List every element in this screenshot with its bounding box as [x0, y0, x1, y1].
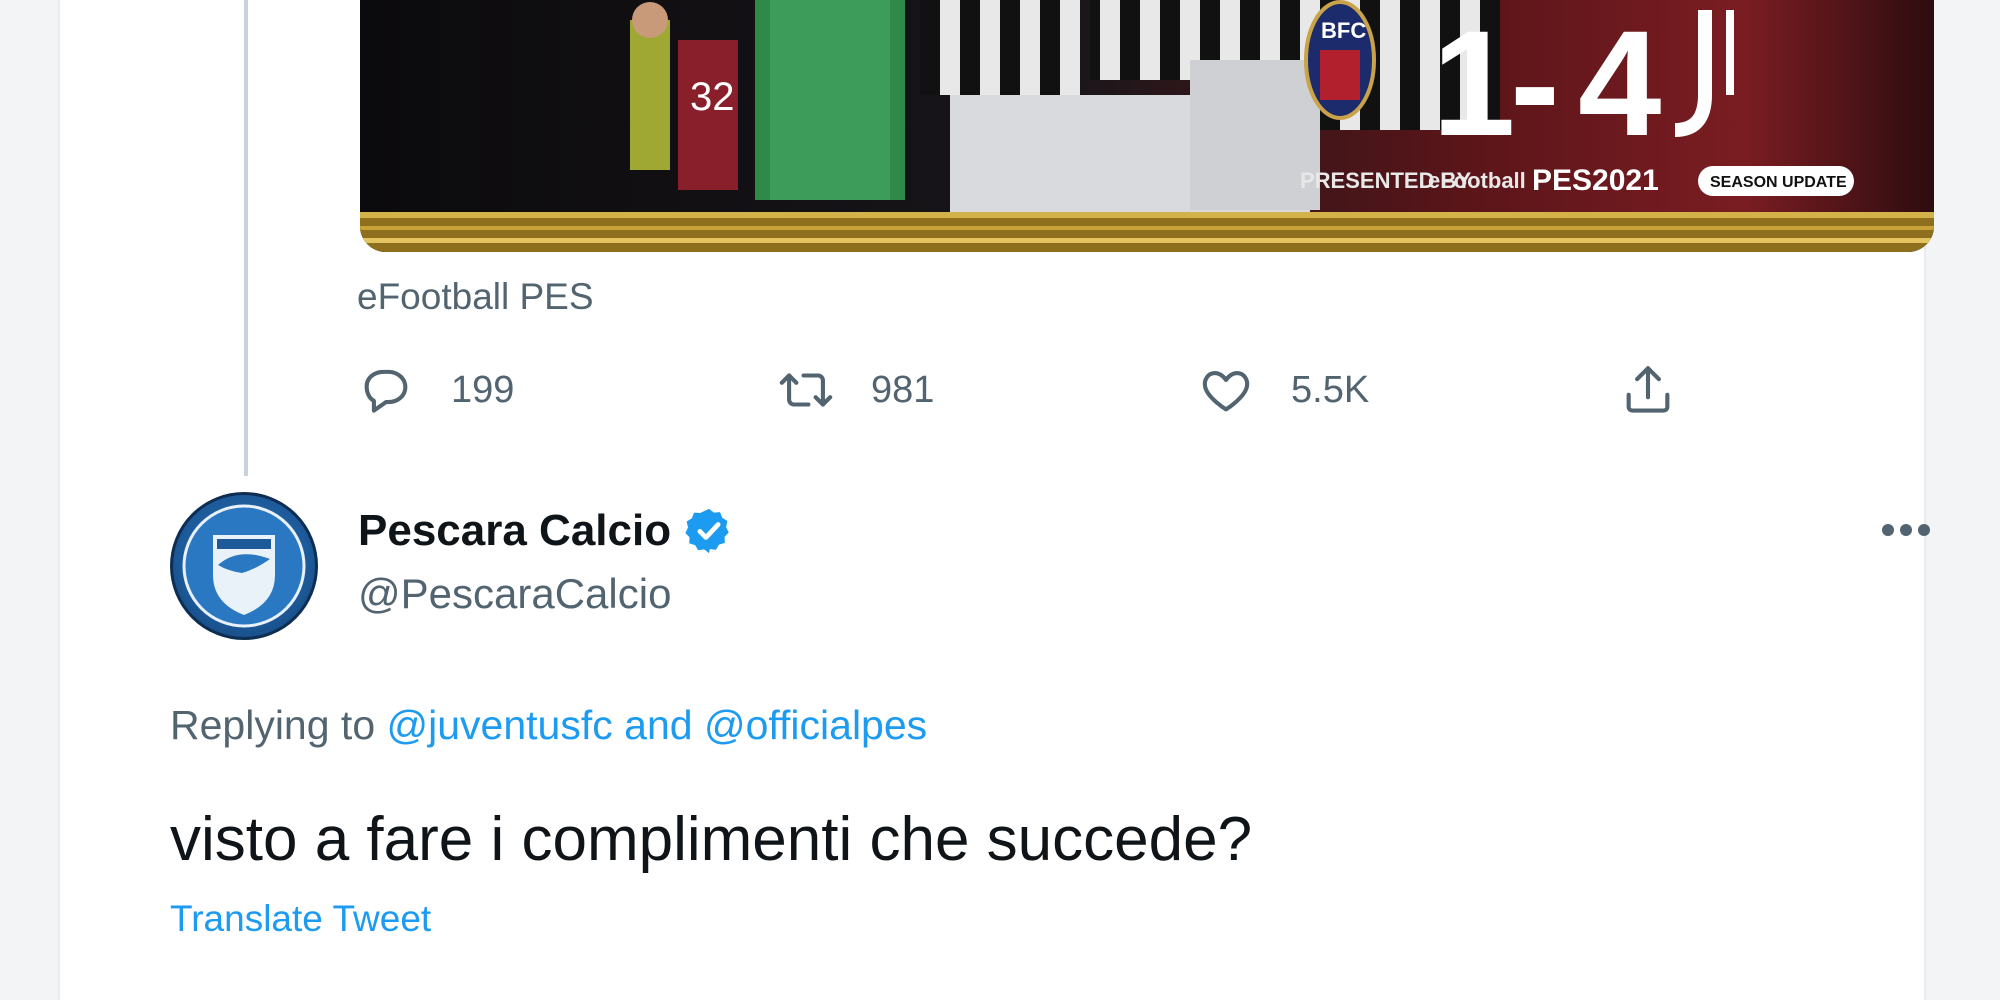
- jersey-number: 32: [690, 75, 735, 119]
- more-horizontal-icon[interactable]: [1878, 510, 1934, 550]
- avatar[interactable]: [170, 492, 318, 640]
- share-icon: [1626, 366, 1670, 413]
- score-away: 4: [1578, 0, 1661, 167]
- mention-juventusfc[interactable]: @juventusfc: [387, 702, 613, 748]
- sponsor-brand: eFootball: [1428, 168, 1526, 193]
- tweet-action-bar: 199 981 5.5K: [357, 355, 1757, 425]
- tweet-text: visto a fare i complimenti che succede?: [170, 805, 1253, 874]
- speech-bubble-icon: [364, 369, 408, 413]
- translate-tweet-link[interactable]: Translate Tweet: [170, 898, 431, 940]
- retweet-count: 981: [871, 368, 935, 411]
- mention-officialpes[interactable]: @officialpes: [704, 702, 927, 748]
- crest-text: BFC: [1321, 18, 1366, 43]
- heart-icon: [1202, 371, 1250, 412]
- timeline-card: 32 BFC 1 - 4 PRESENTED BY eFootball PES2…: [58, 0, 1934, 1000]
- reply-button[interactable]: 199: [357, 355, 514, 425]
- verified-badge-icon: [685, 508, 729, 554]
- score-home: 1: [1432, 0, 1515, 167]
- reply-count: 199: [451, 368, 515, 411]
- like-button[interactable]: 5.5K: [1197, 355, 1369, 425]
- author-name[interactable]: Pescara Calcio: [358, 505, 735, 557]
- share-button[interactable]: [1619, 355, 1677, 425]
- mention-joiner: and: [612, 702, 704, 748]
- replying-to: Replying to @juventusfc and @officialpes: [170, 702, 927, 749]
- thread-line: [244, 0, 248, 476]
- author-name-text: Pescara Calcio: [358, 506, 672, 555]
- like-count: 5.5K: [1291, 368, 1370, 411]
- game-name: PES2021: [1532, 164, 1659, 197]
- media-illustration: 32 BFC 1 - 4 PRESENTED BY eFootball PES2…: [360, 0, 1934, 252]
- season-update-text: SEASON UPDATE: [1710, 174, 1847, 191]
- author-handle[interactable]: @PescaraCalcio: [358, 570, 671, 618]
- media-source-label[interactable]: eFootball PES: [357, 276, 594, 318]
- retweet-icon: [779, 373, 833, 407]
- score-separator: -: [1510, 0, 1560, 167]
- tweet-media-image[interactable]: 32 BFC 1 - 4 PRESENTED BY eFootball PES2…: [360, 0, 1934, 252]
- club-crest-icon: [182, 504, 306, 628]
- replying-prefix: Replying to: [170, 702, 387, 748]
- retweet-button[interactable]: 981: [777, 355, 934, 425]
